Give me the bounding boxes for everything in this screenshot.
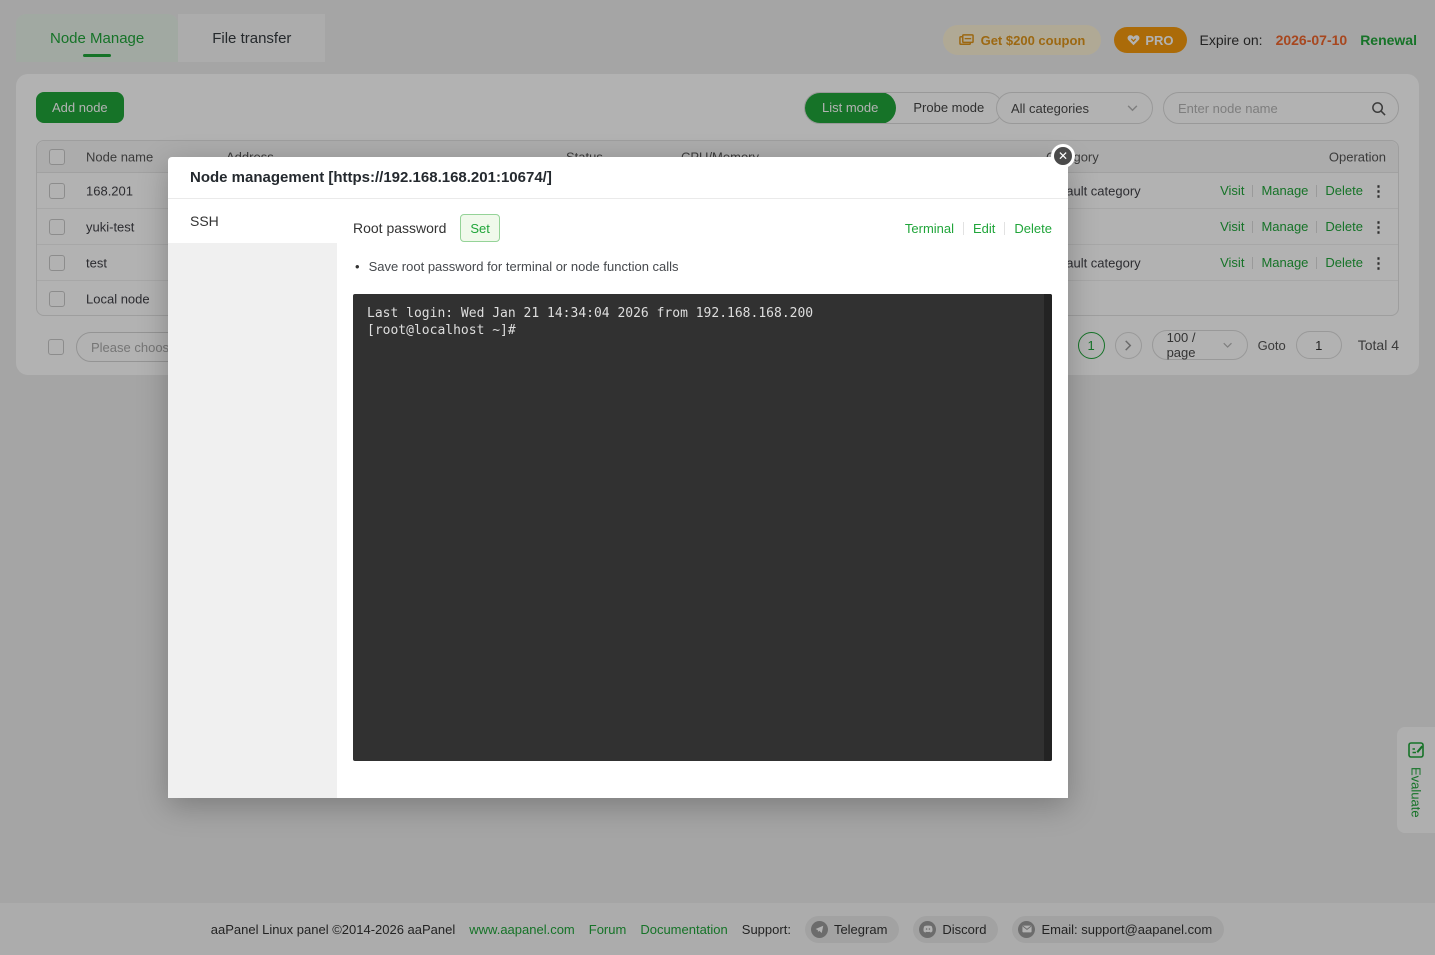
edit-link[interactable]: Edit xyxy=(973,221,995,236)
delete-link[interactable]: Delete xyxy=(1014,221,1052,236)
ssh-terminal[interactable]: Last login: Wed Jan 21 14:34:04 2026 fro… xyxy=(353,294,1052,761)
terminal-link[interactable]: Terminal xyxy=(905,221,954,236)
bullet-icon: • xyxy=(355,259,360,274)
sidebar-item-ssh[interactable]: SSH xyxy=(168,199,337,243)
page: Node Manage File transfer Get $200 coupo… xyxy=(0,0,1435,955)
divider xyxy=(963,222,964,235)
password-note: • Save root password for terminal or nod… xyxy=(355,259,679,274)
close-icon[interactable]: ✕ xyxy=(1051,144,1075,168)
terminal-line: [root@localhost ~]# xyxy=(367,322,1032,339)
modal-content: Root password Set Terminal Edit Delete •… xyxy=(337,199,1068,798)
divider xyxy=(1004,222,1005,235)
node-actions: Terminal Edit Delete xyxy=(905,221,1052,236)
node-management-modal: ✕ Node management [https://192.168.168.2… xyxy=(168,157,1068,798)
root-password-label: Root password xyxy=(353,220,446,236)
modal-sidebar: SSH xyxy=(168,199,337,798)
set-password-button[interactable]: Set xyxy=(460,214,500,242)
modal-title: Node management [https://192.168.168.201… xyxy=(168,157,1068,199)
password-note-text: Save root password for terminal or node … xyxy=(369,259,679,274)
terminal-scrollbar[interactable] xyxy=(1044,294,1052,761)
root-password-row: Root password Set Terminal Edit Delete xyxy=(353,214,1052,242)
terminal-line: Last login: Wed Jan 21 14:34:04 2026 fro… xyxy=(367,305,1032,322)
